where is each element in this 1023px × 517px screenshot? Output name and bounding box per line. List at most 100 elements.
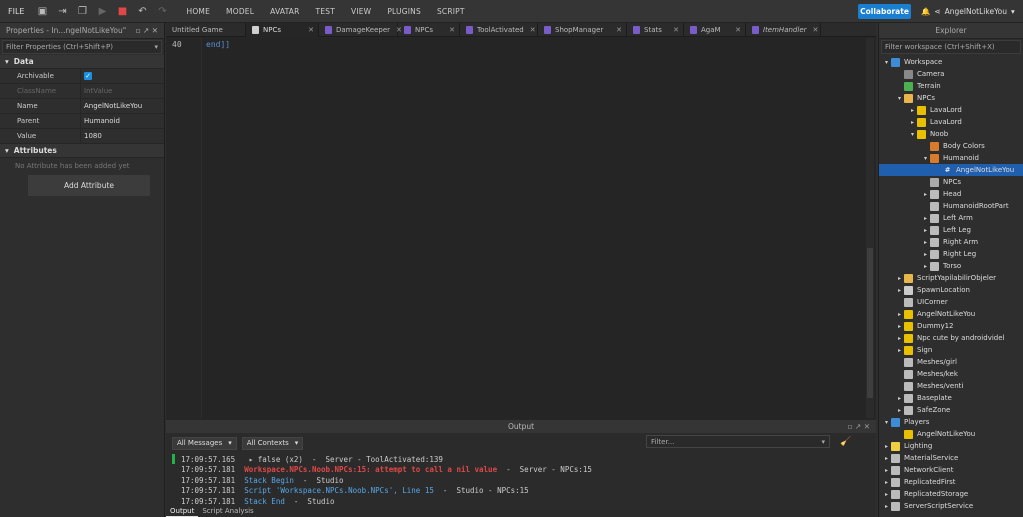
property-row-name[interactable]: Name AngelNotLikeYou: [0, 99, 164, 114]
properties-filter-input[interactable]: Filter Properties (Ctrl+Shift+P) ▾: [2, 40, 162, 54]
notifications-icon[interactable]: 🔔: [921, 7, 930, 16]
property-row-classname[interactable]: ClassName IntValue: [0, 84, 164, 99]
tree-item-dummy12[interactable]: ▸ Dummy12: [879, 320, 1023, 332]
data-section-header[interactable]: ▾ Data: [0, 55, 164, 69]
tree-item-replicatedfirst[interactable]: ▸ ReplicatedFirst: [879, 476, 1023, 488]
tab-agam[interactable]: AgaM ✕: [684, 23, 746, 37]
tree-item-left-leg[interactable]: ▸ Left Leg: [879, 224, 1023, 236]
expand-arrow-icon[interactable]: ▸: [921, 227, 930, 234]
tree-item-noob[interactable]: ▾ Noob: [879, 128, 1023, 140]
expand-arrow-icon[interactable]: ▸: [921, 191, 930, 198]
expand-arrow-icon[interactable]: ▸: [895, 311, 904, 318]
expand-arrow-icon[interactable]: ▸: [882, 455, 891, 462]
tree-item-camera[interactable]: Camera: [879, 68, 1023, 80]
close-icon[interactable]: ✕: [308, 26, 314, 34]
close-icon[interactable]: ✕: [673, 26, 679, 34]
tab-shopmanager[interactable]: ShopManager ✕: [538, 23, 627, 37]
property-row-parent[interactable]: Parent Humanoid: [0, 114, 164, 129]
menu-item-test[interactable]: TEST: [308, 7, 343, 16]
tree-item-lighting[interactable]: ▸ Lighting: [879, 440, 1023, 452]
contexts-filter-dropdown[interactable]: All Contexts ▾: [241, 436, 304, 450]
close-icon[interactable]: ✕: [735, 26, 741, 34]
tree-item-right-leg[interactable]: ▸ Right Leg: [879, 248, 1023, 260]
close-icon[interactable]: ✕: [530, 26, 536, 34]
share-icon[interactable]: ⋖: [934, 7, 940, 16]
tab-itemhandler[interactable]: ItemHandler ✕: [746, 23, 821, 37]
output-line[interactable]: 17:09:57.181 Script 'Workspace.NPCs.Noob…: [166, 486, 866, 497]
collaborate-button[interactable]: Collaborate: [858, 4, 911, 19]
tree-item-terrain[interactable]: Terrain: [879, 80, 1023, 92]
menu-item-avatar[interactable]: AVATAR: [262, 7, 307, 16]
output-line[interactable]: 17:09:57.165 ▸ false (x2) - Server - Too…: [166, 454, 866, 465]
expand-arrow-icon[interactable]: ▸: [895, 335, 904, 342]
tree-item-replicatedstorage[interactable]: ▸ ReplicatedStorage: [879, 488, 1023, 500]
file-menu[interactable]: FILE: [0, 7, 32, 16]
tree-item-lavalord[interactable]: ▸ LavaLord: [879, 104, 1023, 116]
tree-item-angelnotlikeyou[interactable]: AngelNotLikeYou: [879, 428, 1023, 440]
publish-icon[interactable]: ⇥: [56, 5, 68, 17]
tree-item-lavalord[interactable]: ▸ LavaLord: [879, 116, 1023, 128]
tree-item-scriptyapilabilirobjeler[interactable]: ▸ ScriptYapilabilirObjeler: [879, 272, 1023, 284]
tree-item-left-arm[interactable]: ▸ Left Arm: [879, 212, 1023, 224]
tree-item-meshes-venti[interactable]: Meshes/venti: [879, 380, 1023, 392]
clear-output-icon[interactable]: 🧹: [840, 437, 851, 447]
tab-output[interactable]: Output: [166, 505, 199, 517]
menu-item-view[interactable]: VIEW: [343, 7, 379, 16]
username-label[interactable]: AngelNotLikeYou: [945, 7, 1007, 16]
tab-toolactivated[interactable]: ToolActivated ✕: [460, 23, 538, 37]
tree-item-humanoid[interactable]: ▾ Humanoid: [879, 152, 1023, 164]
editor-scrollbar[interactable]: [866, 38, 874, 418]
property-row-value[interactable]: Value 1080: [0, 129, 164, 144]
tree-item-safezone[interactable]: ▸ SafeZone: [879, 404, 1023, 416]
expand-arrow-icon[interactable]: ▸: [921, 239, 930, 246]
expand-arrow-icon[interactable]: ▸: [921, 215, 930, 222]
expand-arrow-icon[interactable]: ▸: [895, 407, 904, 414]
chevron-down-icon[interactable]: ▾: [1011, 7, 1015, 16]
tree-item-meshes-girl[interactable]: Meshes/girl: [879, 356, 1023, 368]
play-icon[interactable]: ▶: [96, 5, 108, 17]
output-filter-input[interactable]: Filter... ▾: [646, 435, 830, 448]
tree-item-npcs[interactable]: NPCs: [879, 176, 1023, 188]
close-icon[interactable]: ✕: [616, 26, 622, 34]
expand-arrow-icon[interactable]: ▸: [895, 287, 904, 294]
output-line[interactable]: 17:09:57.181 Stack Begin - Studio: [166, 475, 866, 486]
panel-controls-icon[interactable]: ▫ ↗ ✕: [848, 420, 870, 433]
tree-item-networkclient[interactable]: ▸ NetworkClient: [879, 464, 1023, 476]
explorer-filter-input[interactable]: Filter workspace (Ctrl+Shift+X): [881, 40, 1021, 54]
tree-item-npc-cute-by-androidvidel[interactable]: ▸ Npc cute by androidvidel: [879, 332, 1023, 344]
menu-item-script[interactable]: SCRIPT: [429, 7, 473, 16]
expand-arrow-icon[interactable]: ▾: [882, 419, 891, 426]
tree-item-workspace[interactable]: ▾ Workspace: [879, 56, 1023, 68]
tab-stats[interactable]: Stats ✕: [627, 23, 684, 37]
output-line[interactable]: 17:09:57.181 Workspace.NPCs.Noob.NPCs:15…: [166, 465, 866, 476]
expand-arrow-icon[interactable]: ▸: [895, 395, 904, 402]
copy-icon[interactable]: ❐: [76, 5, 88, 17]
expand-arrow-icon[interactable]: ▾: [895, 95, 904, 102]
close-icon[interactable]: ✕: [449, 26, 455, 34]
expand-arrow-icon[interactable]: ▸: [882, 479, 891, 486]
expand-arrow-icon[interactable]: ▸: [882, 467, 891, 474]
tree-item-torso[interactable]: ▸ Torso: [879, 260, 1023, 272]
expand-arrow-icon[interactable]: ▸: [895, 275, 904, 282]
menu-item-home[interactable]: HOME: [178, 7, 218, 16]
expand-arrow-icon[interactable]: ▸: [908, 119, 917, 126]
expand-arrow-icon[interactable]: ▸: [895, 347, 904, 354]
tree-item-sign[interactable]: ▸ Sign: [879, 344, 1023, 356]
archivable-checkbox[interactable]: ✓: [81, 72, 92, 80]
chevron-down-icon[interactable]: ▾: [821, 438, 825, 446]
checkmark-icon[interactable]: ✓: [84, 72, 92, 80]
panel-controls-icon[interactable]: ▫ ↗ ✕: [136, 26, 158, 35]
messages-filter-dropdown[interactable]: All Messages ▾: [172, 436, 237, 450]
property-row-archivable[interactable]: Archivable ✓: [0, 69, 164, 84]
expand-arrow-icon[interactable]: ▸: [921, 251, 930, 258]
expand-arrow-icon[interactable]: ▸: [895, 323, 904, 330]
expand-arrow-icon[interactable]: ▸: [882, 491, 891, 498]
expand-arrow-icon[interactable]: ▾: [882, 59, 891, 66]
tree-item-serverscriptservice[interactable]: ▸ ServerScriptService: [879, 500, 1023, 512]
tree-item-angelnotlikeyou[interactable]: # AngelNotLikeYou: [879, 164, 1023, 176]
undo-icon[interactable]: ↶: [136, 5, 148, 17]
stop-icon[interactable]: ■: [116, 5, 128, 17]
attributes-section-header[interactable]: ▾ Attributes: [0, 144, 164, 158]
redo-icon[interactable]: ↷: [156, 5, 168, 17]
tree-item-right-arm[interactable]: ▸ Right Arm: [879, 236, 1023, 248]
